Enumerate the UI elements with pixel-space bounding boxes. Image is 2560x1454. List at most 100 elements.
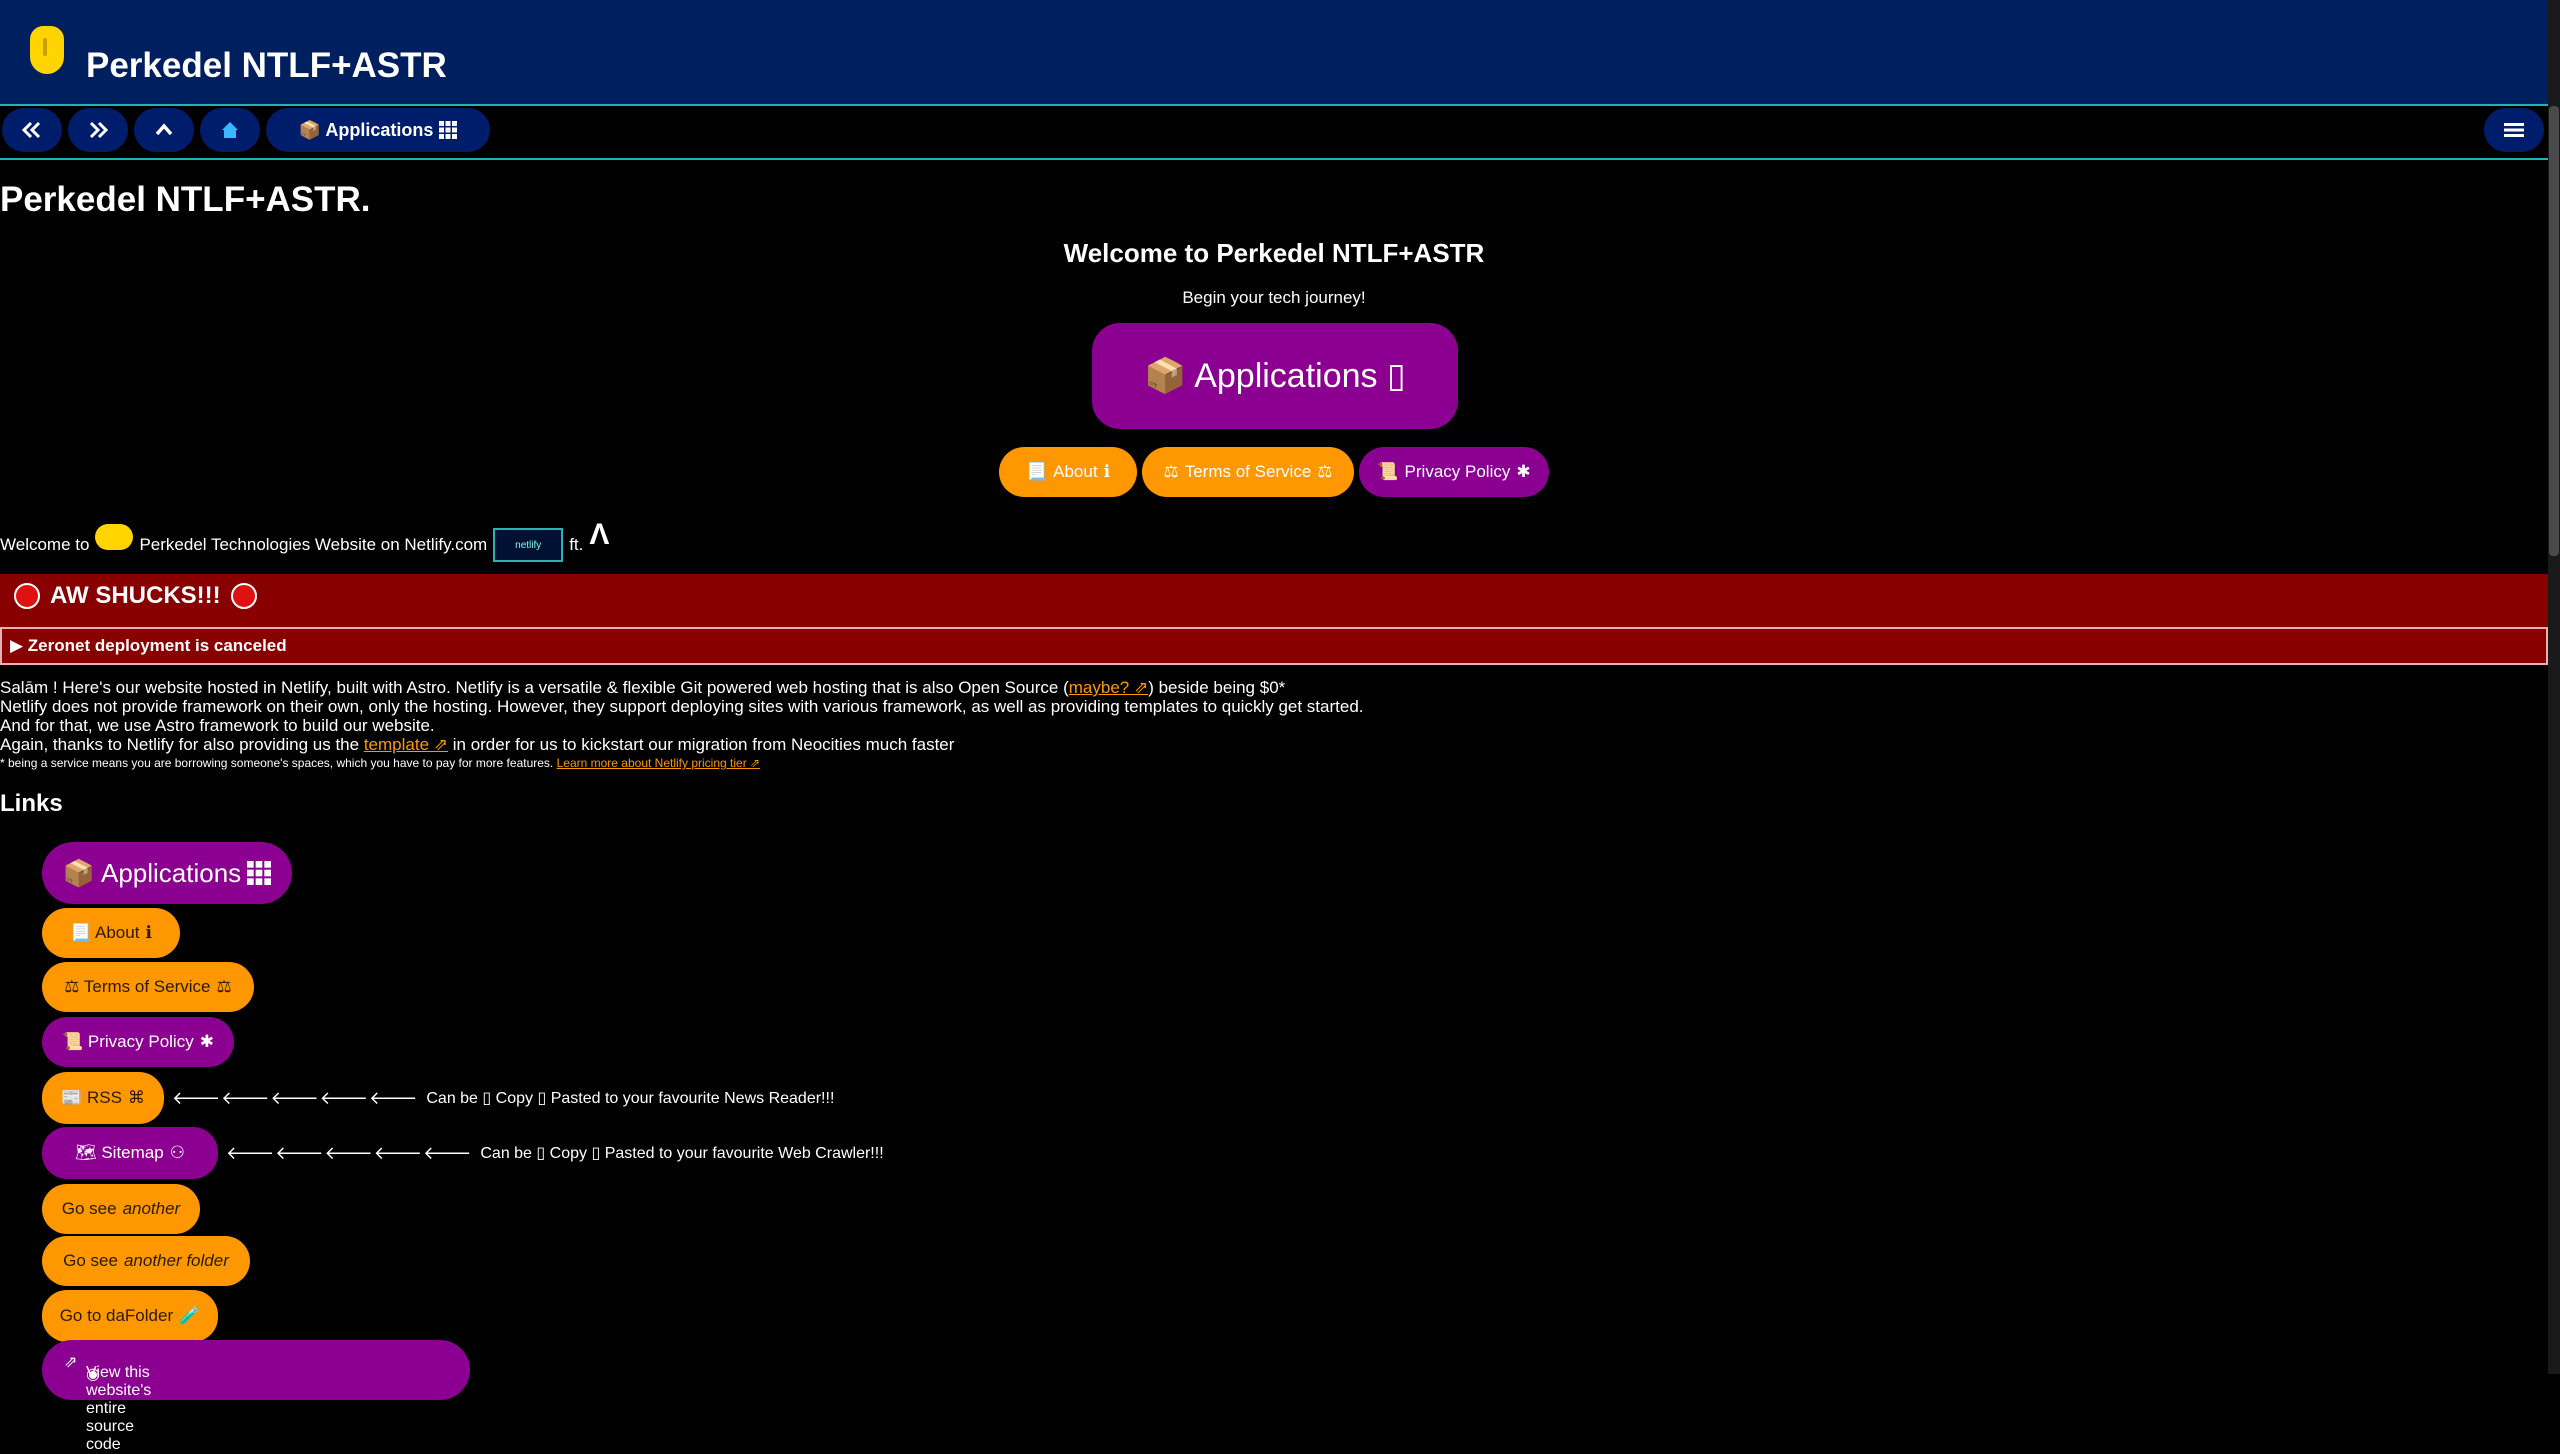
big-applications-button[interactable]: 📦 Applications ▯ [1092, 323, 1458, 429]
info-icon: ℹ [1103, 462, 1111, 481]
page-icon: 📃 [1025, 462, 1048, 481]
site-header: Perkedel NTLF+ASTR [0, 0, 2548, 106]
see-another-folder-button[interactable]: Go see another folder [42, 1236, 250, 1286]
see-folder-label: Go see [63, 1251, 118, 1270]
error-alert: AW SHUCKS!!! ▶ Zeronet deployment is can… [0, 574, 2548, 665]
source-code-button[interactable]: ◉ View this website's entire source code… [42, 1340, 470, 1453]
scrollbar-thumb[interactable] [2549, 106, 2559, 556]
alert-title-row: AW SHUCKS!!! [14, 582, 257, 610]
arrow-left-icon: 🡐🡐🡐🡐🡐 [172, 1087, 419, 1108]
list-item: 📰 RSS ⌘ 🡐🡐🡐🡐🡐 Can be ▯ Copy ▯ Pasted to y… [42, 1072, 834, 1124]
links-heading: Links [0, 790, 63, 817]
perkedel-logo-icon [95, 524, 134, 550]
sitemap-icon: ⚇ [169, 1143, 185, 1162]
netlify-logo-icon[interactable]: netlify [493, 528, 564, 562]
alert-details[interactable]: ▶ Zeronet deployment is canceled [0, 627, 2548, 665]
nav-applications-button[interactable]: 📦 Applications [266, 108, 490, 152]
asterisk-icon: ✱ [199, 1032, 214, 1051]
list-item: 🗺 Sitemap ⚇ 🡐🡐🡐🡐🡐 Can be ▯ Copy ▯ Pasted … [42, 1127, 884, 1179]
links-terms-button[interactable]: ⚖ Terms of Service ⚖ [42, 962, 254, 1012]
menu-button[interactable] [2484, 108, 2544, 152]
links-about-label: 📃 About [70, 923, 140, 942]
test-tube-icon: 🧪 [179, 1306, 201, 1325]
sitemap-button[interactable]: 🗺 Sitemap ⚇ [42, 1127, 218, 1179]
scrollbar[interactable] [2548, 0, 2560, 1374]
balance-icon: ⚖ [1317, 462, 1333, 481]
arrow-left-icon: 🡐🡐🡐🡐🡐 [226, 1142, 473, 1163]
links-terms-label: ⚖ Terms of Service [64, 977, 211, 996]
list-item: Go see another folder [42, 1236, 250, 1286]
logo-icon[interactable] [30, 26, 64, 74]
scale-icon: ⚖ [1163, 462, 1179, 481]
terms-button[interactable]: ⚖ Terms of Service ⚖ [1142, 447, 1354, 497]
list-item: 📜 Privacy Policy ✱ [42, 1017, 234, 1067]
intro-line4: Again, thanks to Netlify for also provid… [0, 735, 360, 754]
intro-text: Salām ! Here's our website hosted in Net… [0, 678, 1364, 773]
see-another-label: Go see [61, 1199, 117, 1218]
welcome-subtitle: Begin your tech journey! [1182, 288, 1366, 307]
alert-details-label: ▶ Zeronet deployment is canceled [10, 636, 287, 655]
balance-icon: ⚖ [216, 977, 232, 996]
rss-icon: ⌘ [127, 1088, 145, 1107]
alert-title: AW SHUCKS!!! [50, 582, 221, 609]
scroll-icon: 📜 [1377, 462, 1399, 481]
links-about-button[interactable]: 📃 About ℹ [42, 908, 180, 958]
footnote-text: * being a service means you are borrowin… [0, 756, 554, 770]
see-another-button[interactable]: Go see another [42, 1184, 200, 1234]
see-folder-emph: another folder [123, 1251, 229, 1270]
welcome-title: Welcome to Perkedel NTLF+ASTR [1063, 238, 1485, 268]
back-button[interactable] [2, 108, 62, 152]
intro-line1-end: ) beside being $0* [1148, 678, 1286, 697]
red-circle-icon [230, 583, 257, 609]
sitemap-note: Can be ▯ Copy ▯ Pasted to your favourite… [480, 1145, 884, 1162]
sitemap-label: 🗺 Sitemap [75, 1143, 164, 1162]
welcome-middle: Perkedel Technologies Website on Netlify… [139, 535, 488, 554]
intro-line2: Netlify does not provide framework on th… [0, 697, 1364, 716]
template-link[interactable]: template ⇗ [364, 735, 448, 754]
about-button[interactable]: 📃 About ℹ [999, 447, 1137, 497]
rss-note: Can be ▯ Copy ▯ Pasted to your favourite… [426, 1090, 835, 1107]
big-applications-label: 📦 Applications ▯ [1144, 357, 1406, 395]
welcome-line: Welcome to Perkedel Technologies Website… [0, 518, 609, 562]
dafolder-button[interactable]: Go to daFolder 🧪 [42, 1290, 218, 1342]
grid-icon [439, 121, 458, 139]
home-button[interactable] [200, 108, 260, 152]
pricing-link[interactable]: Learn more about Netlify pricing tier ⇗ [557, 756, 760, 770]
welcome-suffix: ft. [569, 535, 584, 554]
nav-applications-label: 📦 Applications [298, 119, 434, 140]
home-icon [222, 122, 238, 138]
forward-button[interactable] [68, 108, 128, 152]
dafolder-label: Go to daFolder [59, 1306, 174, 1325]
intro-line3: And for that, we use Astro framework to … [0, 716, 435, 735]
list-item: ⚖ Terms of Service ⚖ [42, 962, 254, 1012]
about-label: About [1053, 462, 1098, 481]
site-title[interactable]: Perkedel NTLF+ASTR [86, 46, 447, 86]
up-button[interactable] [134, 108, 194, 152]
navigation-bar: 📦 Applications [0, 106, 2548, 160]
intro-line4-end: in order for us to kickstart our migrati… [452, 735, 955, 754]
links-privacy-button[interactable]: 📜 Privacy Policy ✱ [42, 1017, 234, 1067]
list-item: 📃 About ℹ [42, 908, 180, 958]
grid-icon [247, 861, 272, 885]
links-applications-button[interactable]: 📦 Applications [42, 842, 292, 904]
maybe-link[interactable]: maybe? ⇗ [1069, 678, 1148, 697]
privacy-label: Privacy Policy [1404, 462, 1511, 481]
welcome-prefix: Welcome to [0, 535, 90, 554]
chevron-up-icon [155, 123, 173, 136]
rss-button[interactable]: 📰 RSS ⌘ [42, 1072, 164, 1124]
list-item: Go see another [42, 1184, 200, 1234]
links-applications-label: 📦 Applications [62, 857, 242, 888]
info-icon: ℹ [145, 923, 152, 942]
red-circle-icon [14, 583, 40, 609]
astro-logo-icon[interactable]: Λ [589, 518, 609, 552]
page-title: Perkedel NTLF+ASTR. [0, 180, 371, 219]
hamburger-icon [2504, 123, 2524, 137]
double-chevron-left-icon [21, 121, 41, 139]
source-code-label: View this website's entire source code [86, 1364, 152, 1453]
privacy-button[interactable]: 📜 Privacy Policy ✱ [1359, 447, 1549, 497]
terms-label: Terms of Service [1184, 462, 1312, 481]
asterisk-icon: ✱ [1516, 462, 1531, 481]
links-privacy-label: 📜 Privacy Policy [62, 1032, 194, 1051]
rss-label: 📰 RSS [61, 1088, 122, 1107]
list-item: Go to daFolder 🧪 [42, 1290, 218, 1342]
